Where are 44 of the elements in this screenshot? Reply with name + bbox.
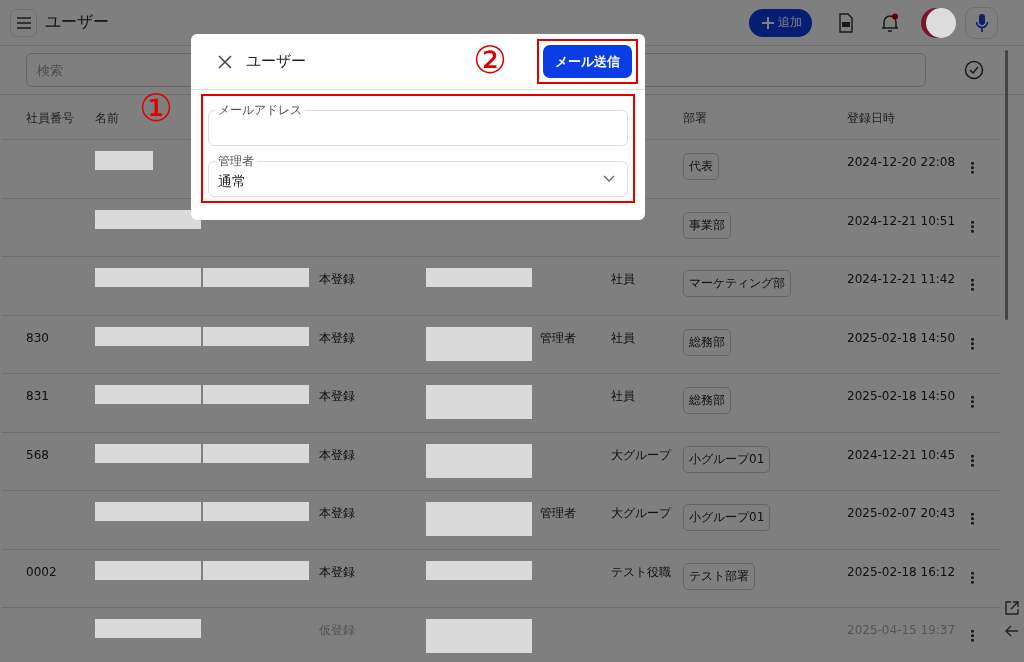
table-cell: 本登録 bbox=[319, 506, 355, 520]
table-cell: 2025-02-18 16:12 bbox=[847, 564, 956, 579]
table-cell: 社員 bbox=[611, 272, 635, 286]
table-cell: 2024-12-20 22:08 bbox=[847, 155, 956, 169]
column-header: 登録日時 bbox=[847, 111, 895, 125]
table-cell: テスト役職 bbox=[611, 564, 671, 579]
department-tag: テスト部署 bbox=[683, 562, 755, 590]
department-tag: 代表 bbox=[683, 153, 719, 180]
table-cell: 本登録 bbox=[319, 447, 355, 462]
table-cell: 社員 bbox=[611, 389, 635, 403]
annotation-number: ② bbox=[473, 41, 508, 79]
page-title: ユーザー bbox=[45, 12, 109, 33]
department-tag: 小グループ01 bbox=[683, 445, 771, 473]
department-tag: 総務部 bbox=[683, 328, 731, 356]
table-cell: 2025-02-07 20:43 bbox=[847, 506, 956, 520]
column-header: 名前 bbox=[95, 111, 119, 125]
table-cell: 568 bbox=[26, 447, 49, 462]
table-cell: 831 bbox=[26, 389, 49, 403]
table-cell: 830 bbox=[26, 330, 49, 345]
table-cell: 2024-12-21 11:42 bbox=[847, 272, 956, 286]
table-cell: 社員 bbox=[611, 330, 635, 345]
table-cell: 2024-12-21 10:51 bbox=[847, 213, 956, 228]
table-cell: 0002 bbox=[26, 564, 57, 579]
department-tag: 小グループ01 bbox=[683, 504, 771, 531]
table-cell: 2024-12-21 10:45 bbox=[847, 447, 956, 462]
table-cell: 本登録 bbox=[319, 389, 355, 403]
column-header: 部署 bbox=[683, 111, 707, 125]
annotation-number: ① bbox=[139, 89, 174, 127]
table-cell: 本登録 bbox=[319, 272, 355, 286]
field-label: メールアドレス bbox=[215, 103, 305, 117]
table-cell: 本登録 bbox=[319, 330, 355, 345]
table-cell: 本登録 bbox=[319, 564, 355, 579]
table-cell: 2025-02-18 14:50 bbox=[847, 389, 956, 403]
department-tag: マーケティング部 bbox=[683, 270, 791, 297]
table-cell: 管理者 bbox=[540, 506, 576, 520]
department-tag: 事業部 bbox=[683, 211, 731, 239]
table-cell: 管理者 bbox=[540, 330, 576, 345]
department-tag: 総務部 bbox=[683, 387, 731, 414]
column-header: 社員番号 bbox=[26, 111, 74, 125]
table-cell: 大グループ bbox=[611, 506, 671, 520]
table-cell: 大グループ bbox=[611, 447, 671, 462]
field-label: 管理者 bbox=[215, 154, 257, 168]
table-cell: 2025-02-18 14:50 bbox=[847, 330, 956, 345]
dialog-title: ユーザー bbox=[246, 52, 306, 71]
